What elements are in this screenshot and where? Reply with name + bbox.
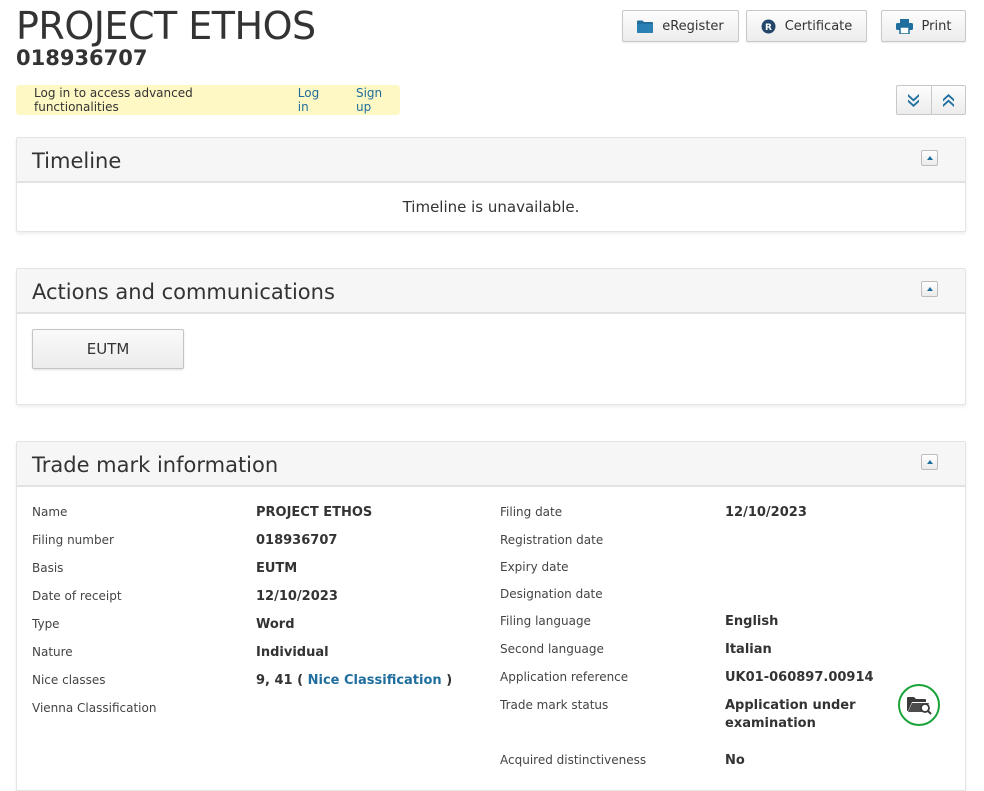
timeline-collapse-button[interactable]: [921, 150, 938, 166]
timeline-panel: Timeline Timeline is unavailable.: [16, 137, 966, 232]
signup-link[interactable]: Sign up: [356, 86, 400, 114]
acquired-distinctiveness-value: No: [725, 753, 745, 768]
caret-up-icon: [926, 156, 933, 160]
double-chevron-up-icon: [942, 93, 954, 107]
second-language-value: Italian: [725, 642, 772, 657]
date-of-receipt-label: Date of receipt: [32, 589, 122, 603]
login-notice-bar: Log in to access advanced functionalitie…: [16, 85, 400, 115]
nature-value: Individual: [256, 645, 329, 660]
second-language-label: Second language: [500, 642, 604, 656]
timeline-title: Timeline: [32, 149, 122, 173]
nice-classes-value: 9, 41 ( Nice Classification ): [256, 672, 452, 690]
trademark-info-panel: Trade mark information: [16, 441, 966, 791]
status-details-button[interactable]: [898, 684, 940, 726]
caret-up-icon: [926, 287, 933, 291]
certificate-label: Certificate: [784, 18, 853, 34]
print-button[interactable]: Print: [881, 10, 966, 42]
caret-up-icon: [926, 460, 933, 464]
nice-classes-label: Nice classes: [32, 673, 106, 687]
eregister-button[interactable]: eRegister: [622, 10, 739, 42]
filing-language-label: Filing language: [500, 614, 591, 628]
expiry-date-label: Expiry date: [500, 560, 569, 574]
name-label: Name: [32, 505, 68, 519]
registration-date-label: Registration date: [500, 533, 604, 547]
svg-text:R: R: [765, 23, 772, 33]
type-label: Type: [32, 617, 60, 631]
printer-icon: [895, 18, 913, 34]
actions-collapse-button[interactable]: [921, 281, 938, 297]
trademark-panel-header: Trade mark information: [17, 442, 965, 487]
eregister-label: eRegister: [662, 18, 724, 34]
trademark-status-value: Application under examination: [725, 698, 856, 731]
expand-collapse-all-group: [896, 85, 966, 115]
actions-panel: Actions and communications EUTM: [16, 268, 966, 405]
folder-search-icon: [906, 695, 932, 715]
login-link[interactable]: Log in: [298, 86, 333, 114]
filing-number-value: 018936707: [256, 533, 338, 548]
double-chevron-down-icon: [908, 93, 920, 107]
eutm-button[interactable]: EUTM: [32, 329, 184, 369]
filing-date-value: 12/10/2023: [725, 505, 807, 520]
filing-date-label: Filing date: [500, 505, 563, 519]
timeline-panel-header: Timeline: [17, 138, 965, 183]
timeline-unavailable-text: Timeline is unavailable.: [402, 198, 580, 216]
date-of-receipt-value: 12/10/2023: [256, 589, 338, 604]
basis-label: Basis: [32, 561, 64, 575]
page-title: PROJECT ETHOS: [16, 4, 316, 48]
trademark-status-label: Trade mark status: [500, 698, 609, 712]
collapse-all-button[interactable]: [930, 86, 966, 114]
designation-date-label: Designation date: [500, 587, 603, 601]
print-label: Print: [921, 18, 952, 34]
vienna-classification-label: Vienna Classification: [32, 701, 157, 715]
filing-language-value: English: [725, 614, 779, 629]
trademark-collapse-button[interactable]: [921, 454, 938, 470]
filing-number-heading: 018936707: [16, 46, 148, 70]
certificate-button[interactable]: R Certificate: [746, 10, 867, 42]
registered-icon: R: [761, 19, 776, 34]
application-reference-label: Application reference: [500, 670, 629, 684]
application-reference-value: UK01-060897.00914: [725, 670, 874, 685]
filing-number-label: Filing number: [32, 533, 114, 547]
trademark-title: Trade mark information: [32, 453, 279, 477]
login-notice-text: Log in to access advanced functionalitie…: [34, 86, 193, 114]
type-value: Word: [256, 617, 295, 632]
expand-all-button[interactable]: [897, 86, 931, 114]
nice-classes-numbers: 9, 41 (: [256, 673, 304, 688]
basis-value: EUTM: [256, 561, 298, 576]
name-value: PROJECT ETHOS: [256, 505, 373, 520]
acquired-distinctiveness-label: Acquired distinctiveness: [500, 753, 647, 767]
folder-icon: [637, 20, 654, 33]
nature-label: Nature: [32, 645, 73, 659]
nice-classes-suffix: ): [446, 673, 453, 688]
nice-classification-link[interactable]: Nice Classification: [308, 673, 442, 688]
actions-panel-header: Actions and communications: [17, 269, 965, 314]
actions-title: Actions and communications: [32, 280, 335, 304]
